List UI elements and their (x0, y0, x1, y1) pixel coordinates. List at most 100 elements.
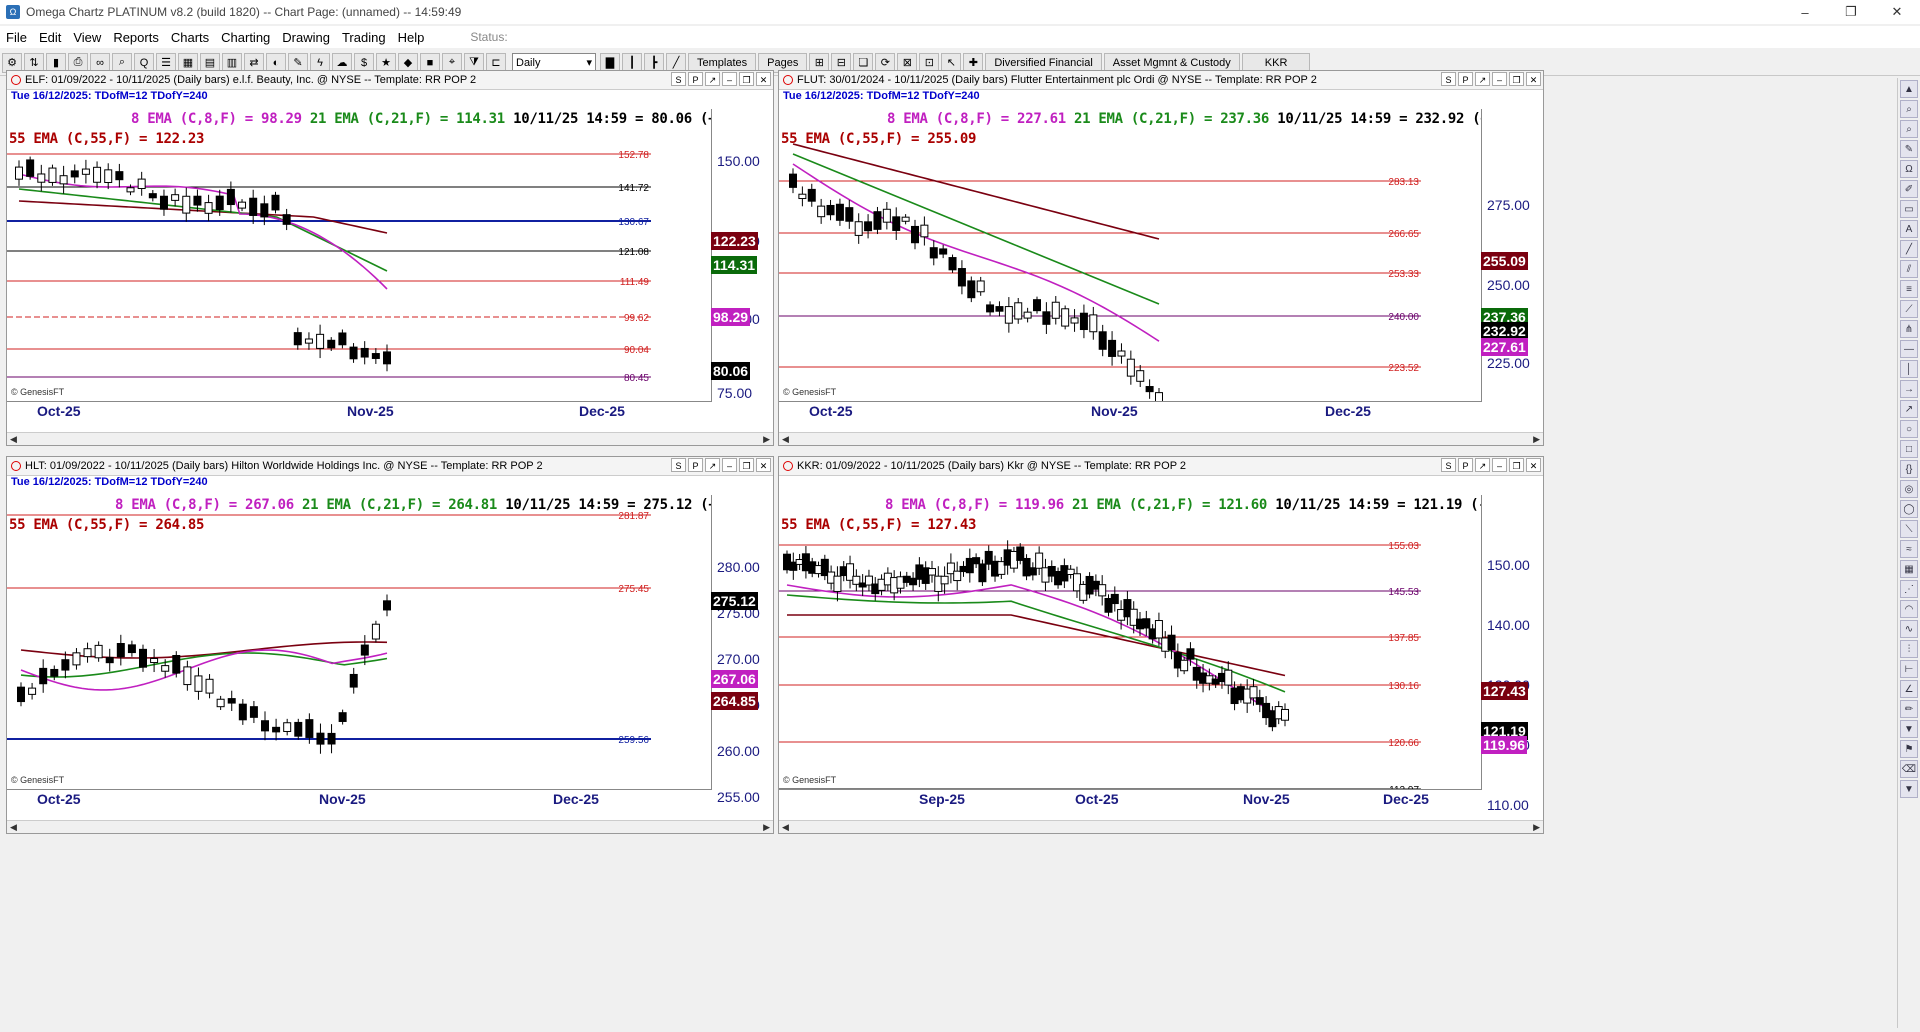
chart-pane-elf[interactable]: ELF: 01/09/2022 - 10/11/2025 (Daily bars… (6, 70, 774, 446)
pane-minimize-button[interactable]: – (1492, 458, 1507, 472)
pane-p-button[interactable]: P (688, 458, 703, 472)
scroll-left-icon[interactable]: ◀ (10, 822, 17, 833)
rectangle-icon[interactable]: □ (1900, 440, 1918, 458)
fib-icon[interactable]: ≡ (1900, 280, 1918, 298)
price-axis[interactable]: 150.00125.00100.0075.00122.23114.3198.29… (711, 109, 773, 401)
pane-close-button[interactable]: ✕ (1526, 72, 1541, 86)
plot-area[interactable]: 155.03145.53137.85130.16120.66112.978 EM… (779, 495, 1482, 790)
trendline-icon[interactable]: ╱ (1900, 240, 1918, 258)
circle-icon[interactable]: ○ (1900, 420, 1918, 438)
channel-icon[interactable]: ⫽ (1900, 260, 1918, 278)
hline-icon[interactable]: — (1900, 340, 1918, 358)
horizontal-scrollbar[interactable]: ◀ ▶ (7, 820, 773, 833)
pane-link-button[interactable]: ↗ (705, 72, 720, 86)
wave-icon[interactable]: ∿ (1900, 620, 1918, 638)
ruler-icon[interactable]: ⊢ (1900, 660, 1918, 678)
arc-icon[interactable]: ◠ (1900, 600, 1918, 618)
time-axis[interactable]: Oct-25 Nov-25 Dec-25 (7, 401, 711, 421)
time-zone-icon[interactable]: ⫶ (1900, 640, 1918, 658)
angle-icon[interactable]: ∠ (1900, 680, 1918, 698)
price-axis[interactable]: 280.00275.00270.00265.00260.00255.00275.… (711, 495, 773, 805)
pane-maximize-button[interactable]: ❐ (739, 458, 754, 472)
pane-close-button[interactable]: ✕ (756, 72, 771, 86)
restore-button[interactable]: ❐ (1828, 0, 1874, 24)
eraser-icon[interactable]: ⌫ (1900, 760, 1918, 778)
scroll-right-icon[interactable]: ▶ (763, 434, 770, 445)
speed-line-icon[interactable]: ⟍ (1900, 520, 1918, 538)
horizontal-scrollbar[interactable]: ◀ ▶ (7, 432, 773, 445)
close-button[interactable]: ✕ (1874, 0, 1920, 24)
plot-area[interactable]: 281.87 275.45 259.56 8 EMA (C,8,F) = 267.06… (7, 495, 712, 790)
horizontal-scrollbar[interactable]: ◀ ▶ (779, 820, 1543, 833)
horizontal-scrollbar[interactable]: ◀ ▶ (779, 432, 1543, 445)
pane-maximize-button[interactable]: ❐ (1509, 458, 1524, 472)
time-axis[interactable]: Sep-25 Oct-25 Nov-25 Dec-25 (779, 789, 1481, 809)
pane-s-button[interactable]: S (1441, 72, 1456, 86)
chart-pane-kkr[interactable]: KKR: 01/09/2022 - 10/11/2025 (Daily bars… (778, 456, 1544, 834)
minimize-button[interactable]: – (1782, 0, 1828, 24)
scroll-down-icon[interactable]: ▼ (1900, 780, 1918, 798)
pane-s-button[interactable]: S (671, 458, 686, 472)
pane-s-button[interactable]: S (671, 72, 686, 86)
time-axis[interactable]: Oct-25 Nov-25 Dec-25 (7, 789, 711, 809)
zoom-in-icon[interactable]: ⌕ (1900, 100, 1918, 118)
text-icon[interactable]: A (1900, 220, 1918, 238)
pane-link-button[interactable]: ↗ (1475, 72, 1490, 86)
ellipse-icon[interactable]: ◯ (1900, 500, 1918, 518)
pane-maximize-button[interactable]: ❐ (739, 72, 754, 86)
scroll-left-icon[interactable]: ◀ (782, 434, 789, 445)
pane-p-button[interactable]: P (1458, 72, 1473, 86)
ray-icon[interactable]: → (1900, 380, 1918, 398)
scroll-right-icon[interactable]: ▶ (1533, 434, 1540, 445)
note-icon[interactable]: ▭ (1900, 200, 1918, 218)
pane-minimize-button[interactable]: – (722, 72, 737, 86)
menu-trading[interactable]: Trading (336, 30, 392, 45)
marker-icon[interactable]: ▼ (1900, 720, 1918, 738)
pane-maximize-button[interactable]: ❐ (1509, 72, 1524, 86)
pane-link-button[interactable]: ↗ (1475, 458, 1490, 472)
price-axis[interactable]: 275.00 250.00 225.00 255.09 237.36 232.92 227.… (1481, 109, 1543, 401)
scroll-right-icon[interactable]: ▶ (1533, 822, 1540, 833)
price-axis[interactable]: 150.00140.00130.00120.00110.00127.43121.… (1481, 495, 1543, 813)
scroll-left-icon[interactable]: ◀ (782, 822, 789, 833)
pane-s-button[interactable]: S (1441, 458, 1456, 472)
menu-charts[interactable]: Charts (165, 30, 215, 45)
brush-icon[interactable]: ✎ (1900, 140, 1918, 158)
fan-icon[interactable]: ⋰ (1900, 580, 1918, 598)
pane-close-button[interactable]: ✕ (756, 458, 771, 472)
chart-pane-hlt[interactable]: HLT: 01/09/2022 - 10/11/2025 (Daily bars… (6, 456, 774, 834)
menu-reports[interactable]: Reports (107, 30, 165, 45)
bracket-draw-icon[interactable]: {} (1900, 460, 1918, 478)
menu-help[interactable]: Help (392, 30, 431, 45)
time-axis[interactable]: Oct-25 Nov-25 Dec-25 (779, 401, 1481, 421)
menu-file[interactable]: File (0, 30, 33, 45)
menu-charting[interactable]: Charting (215, 30, 276, 45)
menu-drawing[interactable]: Drawing (276, 30, 336, 45)
pane-minimize-button[interactable]: – (1492, 72, 1507, 86)
magnet-icon[interactable]: Ω (1900, 160, 1918, 178)
regression-icon[interactable]: ≈ (1900, 540, 1918, 558)
plot-area[interactable]: 152.78 141.72 130.67 121.08 111.49 99.62 90.04… (7, 109, 712, 402)
vline-icon[interactable]: │ (1900, 360, 1918, 378)
pane-p-button[interactable]: P (1458, 458, 1473, 472)
scroll-right-icon[interactable]: ▶ (763, 822, 770, 833)
pane-close-button[interactable]: ✕ (1526, 458, 1541, 472)
menu-view[interactable]: View (67, 30, 107, 45)
flag-icon[interactable]: ⚑ (1900, 740, 1918, 758)
pitchfork-icon[interactable]: ⋔ (1900, 320, 1918, 338)
chart-pane-flut[interactable]: FLUT: 30/01/2024 - 10/11/2025 (Daily bar… (778, 70, 1544, 446)
menu-edit[interactable]: Edit (33, 30, 67, 45)
cycle-icon[interactable]: ◎ (1900, 480, 1918, 498)
pane-p-button[interactable]: P (688, 72, 703, 86)
plot-area[interactable]: 283.13 266.65 253.33 240.00 223.52 8 EMA (C,8… (779, 109, 1482, 402)
scroll-left-icon[interactable]: ◀ (10, 434, 17, 445)
grid-draw-icon[interactable]: ▦ (1900, 560, 1918, 578)
zoom-out-icon[interactable]: ⌕ (1900, 120, 1918, 138)
gann-icon[interactable]: ⟋ (1900, 300, 1918, 318)
pane-link-button[interactable]: ↗ (705, 458, 720, 472)
pane-minimize-button[interactable]: – (722, 458, 737, 472)
arrow-icon[interactable]: ↗ (1900, 400, 1918, 418)
arrow-up-icon[interactable]: ▲ (1900, 80, 1918, 98)
pen-icon[interactable]: ✐ (1900, 180, 1918, 198)
pencil-draw-icon[interactable]: ✏ (1900, 700, 1918, 718)
